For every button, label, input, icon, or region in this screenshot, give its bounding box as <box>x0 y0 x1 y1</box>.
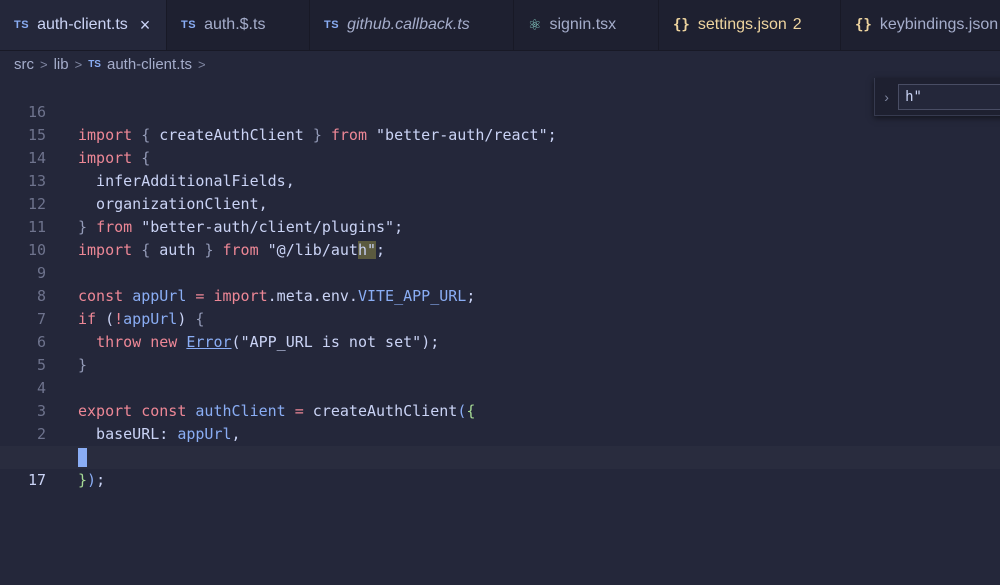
tab-label: settings.json <box>697 16 787 33</box>
code-line: 6 } <box>0 308 1000 374</box>
code-line: 15 import { <box>0 101 1000 167</box>
problems-count-badge: 2 <box>792 16 802 33</box>
tab-label: keybindings.json <box>879 16 999 33</box>
tab-github-callback[interactable]: TS github.callback.ts <box>310 0 514 50</box>
typescript-file-icon: TS <box>14 19 30 31</box>
toggle-replace-chevron-icon[interactable]: › <box>875 89 898 105</box>
react-icon: ⚛ <box>528 17 542 34</box>
breadcrumb-item-lib[interactable]: lib <box>54 56 69 73</box>
find-input[interactable]: h" <box>898 83 1000 110</box>
code-line: 1 }); <box>0 423 1000 489</box>
close-icon[interactable]: × <box>140 15 151 36</box>
code-line: 11 import { auth } from "@/lib/auth"; <box>0 193 1000 259</box>
json-file-icon: {} <box>673 17 690 33</box>
tab-auth-client[interactable]: TS auth-client.ts × <box>0 0 167 50</box>
tab-settings-json[interactable]: {} settings.json 2 <box>659 0 841 50</box>
editor-tab-bar: TS auth-client.ts × TS auth.$.ts TS gith… <box>0 0 1000 51</box>
tab-keybindings-json[interactable]: {} keybindings.json <box>841 0 1000 50</box>
breadcrumb-item-file[interactable]: auth-client.ts <box>107 56 192 73</box>
current-code-line: 17 <box>0 446 1000 489</box>
code-line: 10 <box>0 216 1000 259</box>
code-line: 9 const appUrl = import.meta.env.VITE_AP… <box>0 239 1000 305</box>
typescript-file-icon: TS <box>324 19 340 31</box>
find-widget: › h" <box>874 78 1000 116</box>
tab-label: auth-client.ts <box>37 16 128 33</box>
line-number: 17 <box>27 471 46 489</box>
breadcrumb: src > lib > TS auth-client.ts > <box>0 50 1000 78</box>
tab-label: signin.tsx <box>549 16 617 33</box>
typescript-file-icon: TS <box>88 58 101 70</box>
code-line: 16 import { createAuthClient } from "bet… <box>0 78 1000 144</box>
chevron-right-icon: > <box>198 56 206 72</box>
tab-label: github.callback.ts <box>347 16 470 33</box>
tab-label: auth.$.ts <box>204 16 266 33</box>
code-text: }); <box>78 471 106 489</box>
code-line: 2 plugins: [organizationClient(), inferA… <box>0 400 1000 466</box>
json-file-icon: {} <box>855 17 872 33</box>
code-line: 7 throw new Error("APP_URL is not set"); <box>0 285 1000 351</box>
typescript-file-icon: TS <box>181 19 197 31</box>
code-line: 13 organizationClient, <box>0 147 1000 213</box>
code-line: 12 } from "better-auth/client/plugins"; <box>0 170 1000 236</box>
code-line: 8 if (!appUrl) { <box>0 262 1000 328</box>
chevron-right-icon: > <box>74 56 83 72</box>
tab-signin[interactable]: ⚛ signin.tsx <box>514 0 659 50</box>
code-line: 5 <box>0 331 1000 374</box>
code-line: 4 export const authClient = createAuthCl… <box>0 354 1000 420</box>
breadcrumb-item-src[interactable]: src <box>14 56 34 73</box>
text-cursor <box>78 448 87 467</box>
tab-auth-route[interactable]: TS auth.$.ts <box>167 0 310 50</box>
chevron-right-icon: > <box>40 56 48 72</box>
code-line: 14 inferAdditionalFields, <box>0 124 1000 190</box>
code-line: 3 baseURL: appUrl, <box>0 377 1000 443</box>
code-editor[interactable]: 16 import { createAuthClient } from "bet… <box>0 78 1000 585</box>
